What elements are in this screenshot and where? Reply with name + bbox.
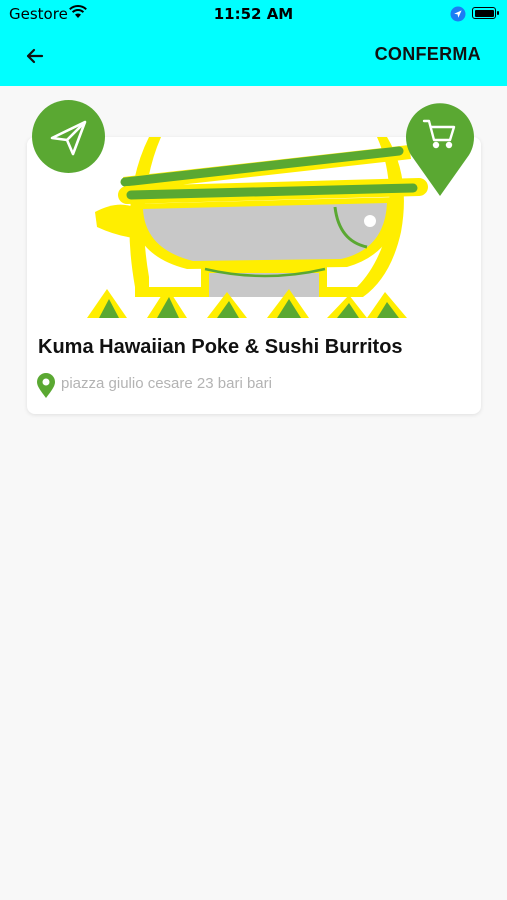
arrow-left-icon bbox=[26, 48, 44, 64]
send-button[interactable] bbox=[32, 100, 105, 173]
battery-icon bbox=[472, 7, 499, 19]
back-button[interactable] bbox=[22, 43, 48, 69]
status-bar: Gestore 11:52 AM bbox=[0, 0, 507, 28]
location-pin-icon bbox=[36, 373, 56, 403]
paper-plane-icon bbox=[50, 120, 87, 156]
location-services-icon bbox=[450, 6, 466, 26]
clock: 11:52 AM bbox=[213, 5, 294, 23]
restaurant-address: piazza giulio cesare 23 bari bari bbox=[61, 375, 272, 392]
restaurant-name: Kuma Hawaiian Poke & Sushi Burritos bbox=[38, 336, 403, 358]
cart-button[interactable] bbox=[405, 99, 475, 197]
cart-pin-shape bbox=[406, 103, 474, 196]
confirm-button[interactable]: CONFERMA bbox=[375, 44, 481, 65]
top-bar: Gestore 11:52 AM CONFERMA bbox=[0, 0, 507, 86]
